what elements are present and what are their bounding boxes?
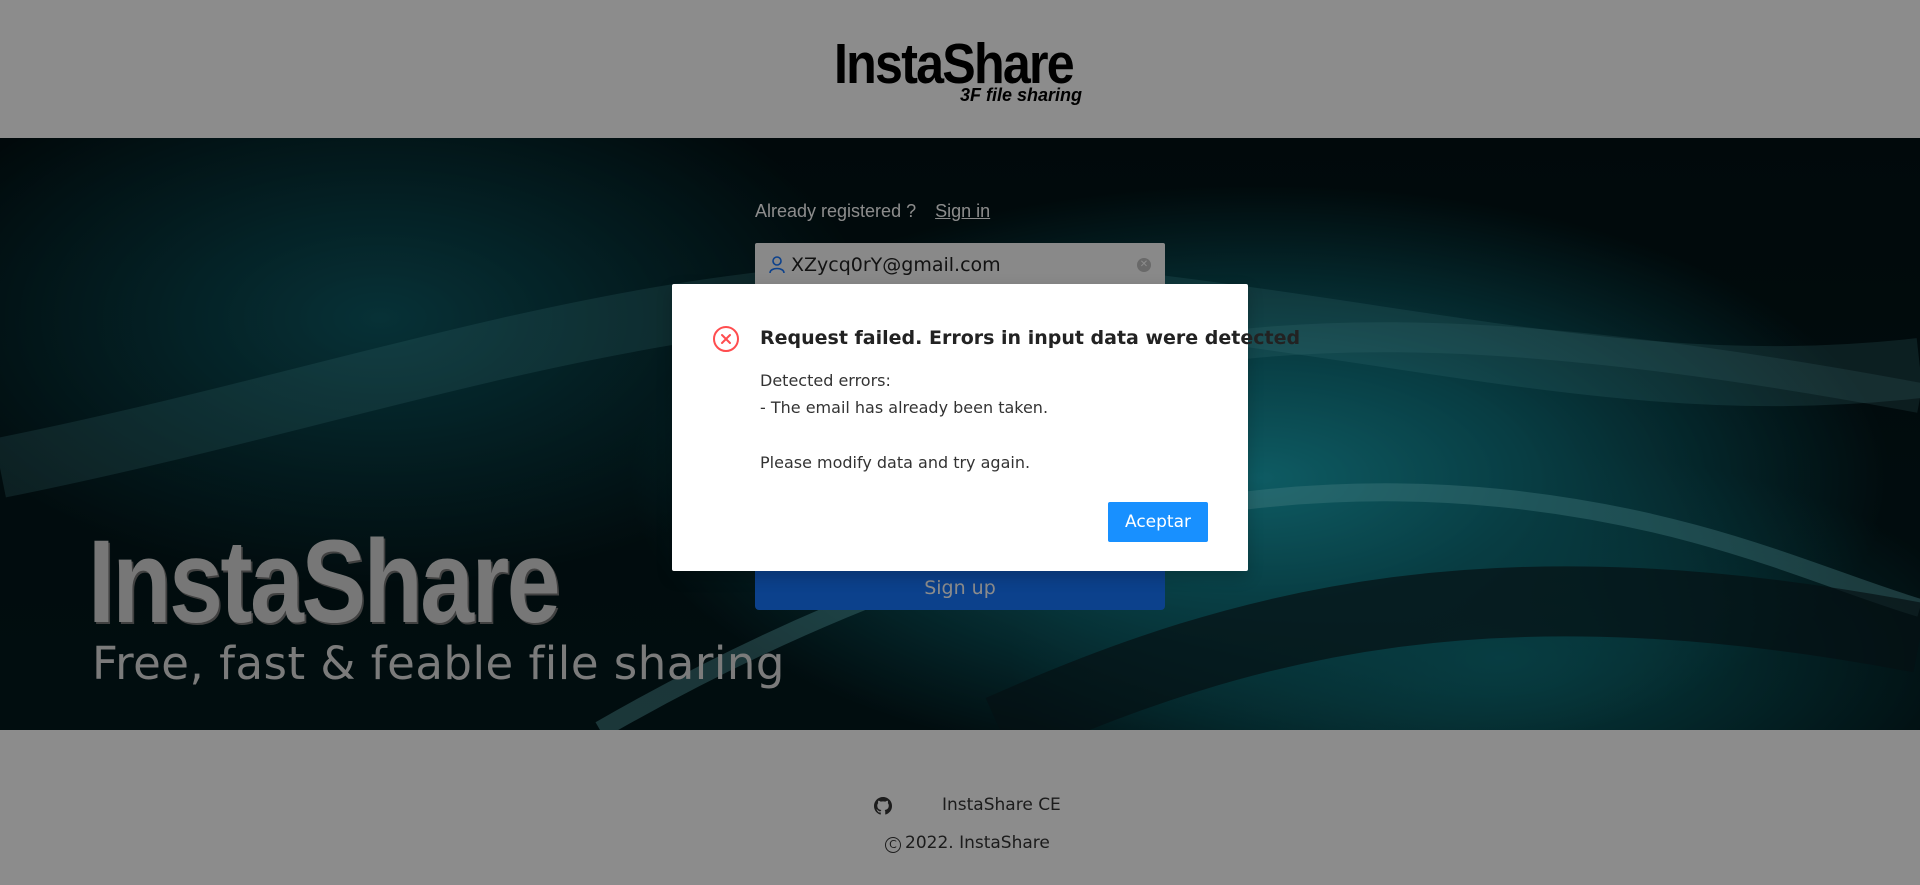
accept-button[interactable]: Aceptar <box>1108 502 1208 542</box>
error-dialog: Request failed. Errors in input data wer… <box>672 284 1300 571</box>
dialog-body-line: Detected errors: <box>760 371 891 390</box>
error-icon <box>713 326 739 352</box>
dialog-title: Request failed. Errors in input data wer… <box>760 327 1301 349</box>
dialog-body-line: Please modify data and try again. <box>760 453 1031 472</box>
dialog-body-line: - The email has already been taken. <box>760 398 1049 417</box>
dialog-body: Detected errors: - The email has already… <box>760 367 1048 476</box>
